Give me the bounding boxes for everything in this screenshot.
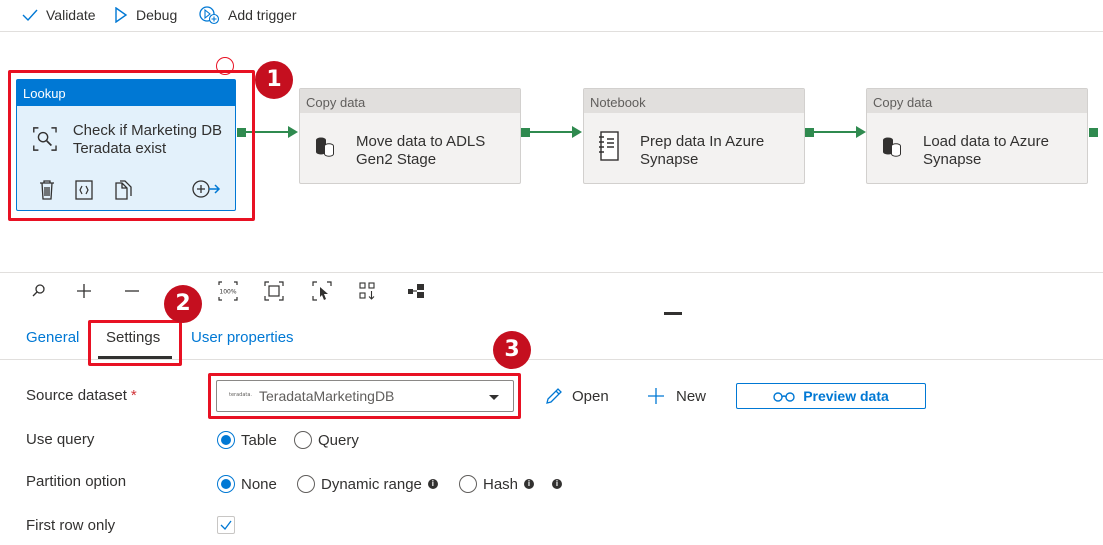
use-query-table-option[interactable]: Table (217, 431, 277, 449)
database-icon (883, 137, 901, 157)
source-dataset-label: Source dataset * (26, 387, 137, 404)
canvas-zoom-toolbar: 100% (0, 276, 682, 315)
zoom-out-icon[interactable] (122, 281, 142, 301)
highlight-box-source-dataset (208, 373, 521, 419)
pencil-icon (546, 388, 562, 404)
select-pointer-icon[interactable] (312, 281, 332, 301)
auto-align-icon[interactable] (358, 281, 378, 301)
info-icon[interactable]: i (427, 479, 438, 489)
connector-line (530, 131, 576, 133)
zoom-100-icon[interactable]: 100% (218, 281, 238, 301)
panel-resize-handle[interactable] (664, 312, 682, 315)
option-label: Table (241, 431, 277, 449)
tab-user-properties[interactable]: User properties (191, 329, 294, 346)
use-query-label: Use query (26, 431, 95, 448)
activity-2-output-port[interactable] (805, 128, 814, 137)
fit-to-screen-icon[interactable] (264, 281, 284, 301)
preview-data-label: Preview data (803, 388, 889, 404)
preview-data-button[interactable]: Preview data (736, 383, 926, 409)
first-row-only-checkbox[interactable] (217, 516, 235, 534)
partition-dynamic-range-option[interactable]: Dynamic range i (297, 475, 438, 493)
open-button[interactable]: Open (544, 386, 609, 406)
zoom-percent: 100% (219, 289, 236, 296)
radio-unchecked-icon (294, 431, 312, 449)
highlight-box-settings (88, 320, 182, 366)
option-label: Hash (483, 475, 519, 493)
activity-name: Prep data In Azure Synapse (640, 133, 765, 168)
partition-hash-option[interactable]: Hash i (459, 475, 535, 493)
open-label: Open (572, 387, 609, 405)
info-icon[interactable]: i (524, 479, 535, 489)
add-trigger-label: Add trigger (228, 7, 297, 23)
new-label: New (676, 387, 707, 405)
activity-type: Notebook (584, 89, 804, 113)
callout-badge-2: 2 (164, 285, 202, 323)
option-label: Dynamic range (321, 475, 422, 493)
play-icon (115, 7, 128, 23)
activity-1-output-port[interactable] (521, 128, 530, 137)
database-icon (316, 137, 334, 157)
trigger-icon (199, 6, 220, 25)
tab-general[interactable]: General (26, 329, 79, 346)
callout-badge-1: 1 (255, 61, 293, 99)
top-toolbar: Validate Debug Add trigger (0, 0, 1103, 32)
partition-option-label: Partition option (26, 473, 127, 490)
partition-none-option[interactable]: None (217, 475, 277, 493)
checkmark-icon (220, 520, 232, 530)
first-row-only-label: First row only (26, 517, 116, 534)
activity-3-output-port[interactable] (1089, 128, 1098, 137)
radio-checked-icon (217, 475, 235, 493)
pipeline-canvas[interactable]: Lookup Check if Marketing DB Teradata ex… (0, 33, 1103, 273)
option-label: None (241, 475, 277, 493)
debug-label: Debug (136, 7, 178, 23)
copy-data-activity-1[interactable]: Copy data Move data to ADLS Gen2 Stage (299, 88, 521, 184)
validate-button[interactable]: Validate (22, 5, 96, 25)
notebook-activity[interactable]: Notebook Prep data In Azure Synapse (583, 88, 805, 184)
plus-icon (648, 388, 664, 404)
copy-data-activity-2[interactable]: Copy data Load data to Azure Synapse (866, 88, 1088, 184)
activity-name: Move data to ADLS Gen2 Stage (356, 133, 486, 168)
notebook-icon (599, 131, 619, 161)
debug-button[interactable]: Debug (114, 5, 177, 25)
option-label: Query (318, 431, 359, 449)
radio-unchecked-icon (297, 475, 315, 493)
activity-name: Load data to Azure Synapse (923, 133, 1049, 168)
callout-badge-3: 3 (493, 331, 531, 369)
highlight-box-lookup (8, 70, 255, 221)
connector-line (814, 131, 860, 133)
zoom-in-icon[interactable] (74, 281, 94, 301)
radio-checked-icon (217, 431, 235, 449)
activity-type: Copy data (867, 89, 1087, 113)
search-icon[interactable] (28, 281, 48, 301)
partition-info-icon[interactable]: i (552, 479, 562, 489)
validate-label: Validate (46, 7, 96, 23)
checkmark-icon (22, 9, 38, 22)
use-query-query-option[interactable]: Query (294, 431, 359, 449)
new-button[interactable]: New (646, 386, 706, 406)
glasses-icon (773, 392, 795, 402)
add-trigger-button[interactable]: Add trigger (198, 5, 296, 25)
activity-type: Copy data (300, 89, 520, 113)
required-marker: * (130, 387, 137, 404)
radio-unchecked-icon (459, 475, 477, 493)
layout-icon[interactable] (406, 281, 426, 301)
